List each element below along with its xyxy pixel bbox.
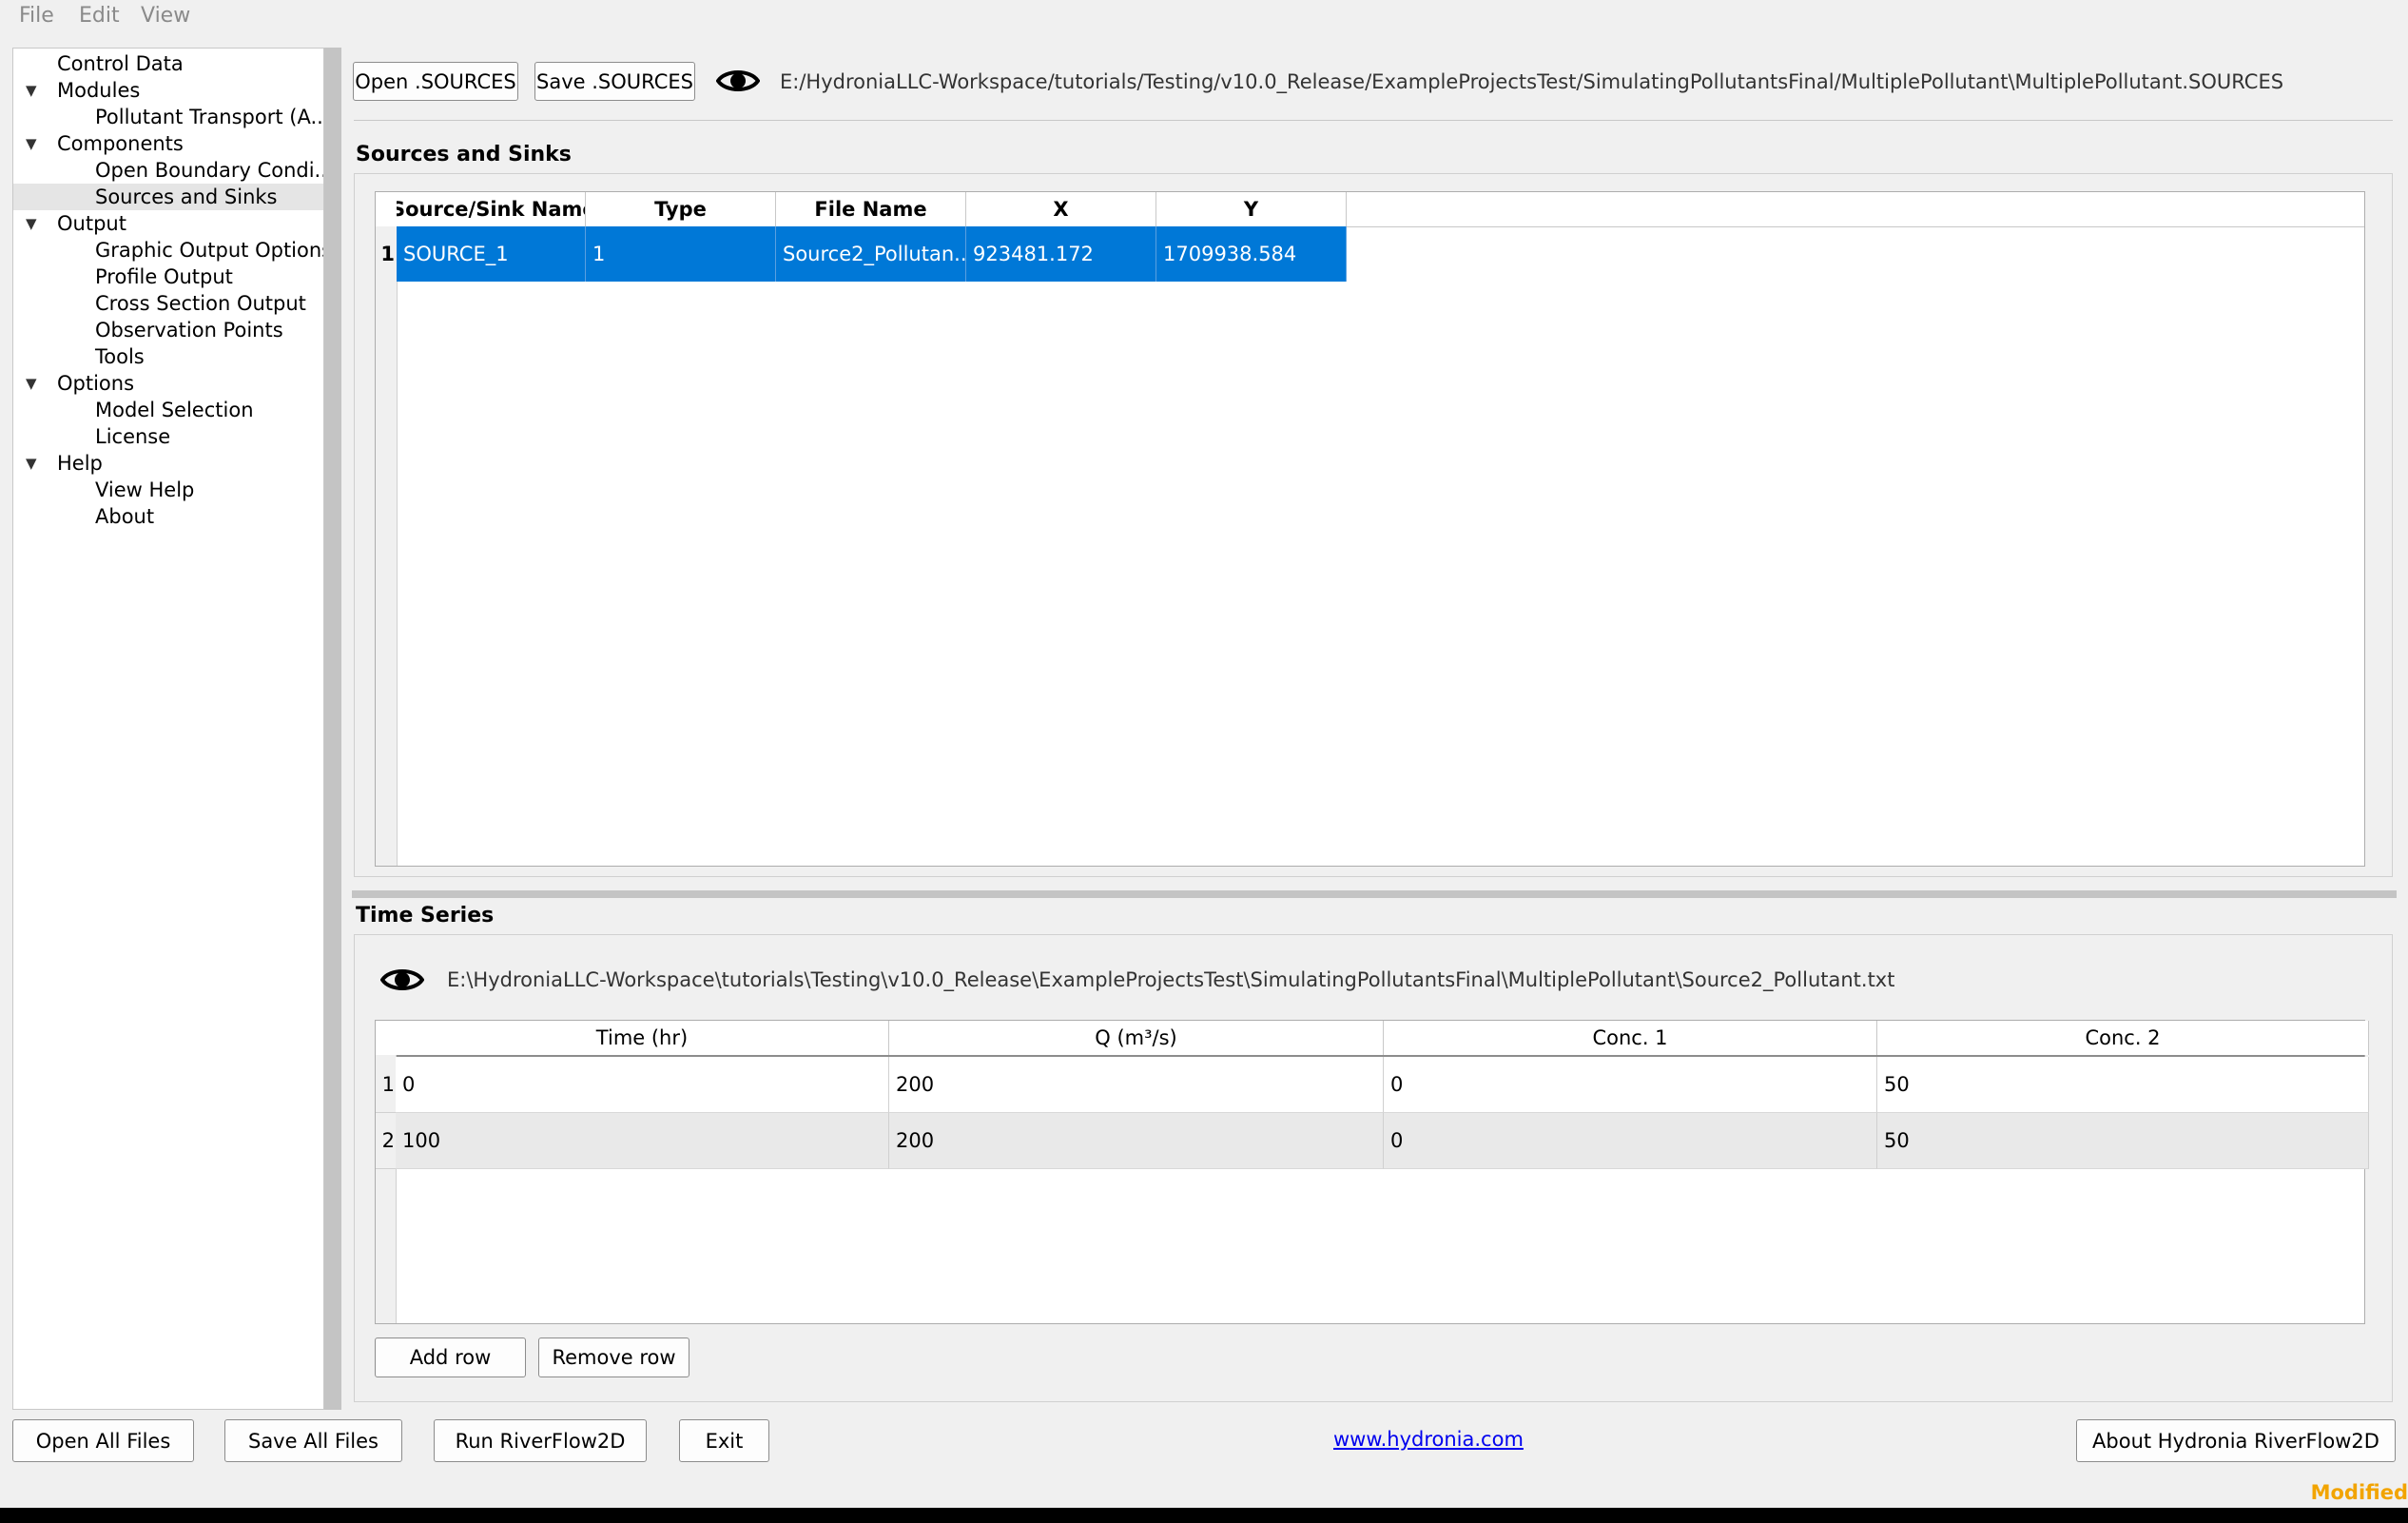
tree-item[interactable]: Sources and Sinks (13, 184, 323, 210)
status-modified: Modified (2310, 1481, 2408, 1504)
tree-item[interactable]: Control Data (13, 50, 323, 77)
tree-item[interactable]: Pollutant Transport (A... (13, 104, 323, 130)
table-cell[interactable]: 200 (889, 1057, 1384, 1113)
table-cell[interactable]: 1709938.584 (1156, 226, 1347, 282)
tree-item-label: Options (57, 372, 135, 395)
save-all-files-button[interactable]: Save All Files (224, 1419, 402, 1462)
column-header[interactable]: Conc. 2 (1877, 1021, 2369, 1055)
sources-file-path: E:/HydroniaLLC-Workspace/tutorials/Testi… (780, 70, 2284, 93)
add-row-button[interactable]: Add row (375, 1338, 526, 1377)
tree-item[interactable]: Model Selection (13, 397, 323, 423)
row-number[interactable]: 1 (376, 1057, 397, 1113)
tree-item[interactable]: ▼ Components (13, 130, 323, 157)
tree-item[interactable]: ▼ Modules (13, 77, 323, 104)
column-header[interactable]: X (966, 192, 1156, 226)
table-cell[interactable]: 0 (1384, 1057, 1877, 1113)
tree-item-label: Open Boundary Condi... (95, 159, 323, 182)
table-cell[interactable]: 200 (889, 1113, 1384, 1169)
timeseries-eye-icon[interactable] (380, 964, 424, 996)
save-sources-button[interactable]: Save .SOURCES (534, 62, 695, 101)
tree-item-label: Tools (95, 345, 145, 368)
eye-icon[interactable] (716, 65, 760, 97)
table-cell[interactable]: 1 (586, 226, 776, 282)
tree-item[interactable]: Tools (13, 343, 323, 370)
triangle-down-icon[interactable]: ▼ (26, 370, 37, 397)
row-header-column (376, 226, 398, 866)
tree-item-label: Help (57, 452, 103, 475)
tree-item[interactable]: About (13, 503, 323, 530)
tree-item[interactable]: License (13, 423, 323, 450)
tree-item-label: Profile Output (95, 265, 233, 288)
table-cell[interactable]: 50 (1877, 1057, 2369, 1113)
timeseries-table[interactable]: Time (hr) Q (m³/s) Conc. 1 Conc. 2 1 0 200 0 50 2… (375, 1020, 2369, 1324)
column-header[interactable]: Conc. 1 (1384, 1021, 1877, 1055)
splitter-handle[interactable] (324, 48, 341, 1410)
exit-button[interactable]: Exit (679, 1419, 769, 1462)
table-cell[interactable]: Source2_Pollutan... (776, 226, 966, 282)
column-header[interactable]: File Name (776, 192, 966, 226)
tree-item[interactable]: Graphic Output Options (13, 237, 323, 264)
triangle-down-icon[interactable]: ▼ (26, 210, 37, 237)
tree-item-label: Output (57, 212, 126, 235)
table-cell[interactable]: 50 (1877, 1113, 2369, 1169)
tree-item[interactable]: Profile Output (13, 264, 323, 290)
column-header[interactable]: Type (586, 192, 776, 226)
column-header[interactable]: Y (1156, 192, 1347, 226)
menu-bar: File Edit View (0, 0, 2408, 34)
tree-item[interactable]: ▼ Output (13, 210, 323, 237)
menu-edit[interactable]: Edit (79, 4, 120, 28)
tree-item-label: Model Selection (95, 399, 254, 421)
tree-item-label: Cross Section Output (95, 292, 306, 315)
triangle-down-icon[interactable]: ▼ (26, 450, 37, 477)
menu-view[interactable]: View (141, 4, 190, 28)
about-riverflow2d-button[interactable]: About Hydronia RiverFlow2D (2076, 1419, 2396, 1462)
row-number[interactable]: 1 (376, 226, 397, 282)
triangle-down-icon[interactable]: ▼ (26, 130, 37, 157)
tree-item-label: Pollutant Transport (A... (95, 106, 323, 128)
table-cell[interactable]: SOURCE_1 (397, 226, 586, 282)
table-cell[interactable]: 0 (396, 1057, 889, 1113)
table-corner[interactable] (376, 192, 398, 226)
tree-item[interactable]: ▼ Help (13, 450, 323, 477)
timeseries-file-path: E:\HydroniaLLC-Workspace\tutorials\Testi… (447, 968, 1895, 991)
triangle-down-icon[interactable]: ▼ (26, 77, 37, 104)
sources-section-title: Sources and Sinks (356, 143, 572, 166)
sources-table[interactable]: Source/Sink Name Type File Name X Y 1 SOURCE_1… (375, 191, 2365, 867)
column-header[interactable]: Q (m³/s) (889, 1021, 1384, 1055)
table-cell[interactable]: 0 (1384, 1113, 1877, 1169)
tree-item[interactable]: ▼ Options (13, 370, 323, 397)
tree-item-label: Control Data (57, 52, 184, 75)
tree-item-label: Graphic Output Options (95, 239, 323, 262)
tree-item[interactable]: View Help (13, 477, 323, 503)
horizontal-splitter[interactable] (352, 890, 2397, 898)
bottom-strip (0, 1508, 2408, 1523)
toolbar-divider (354, 120, 2393, 121)
run-riverflow2d-button[interactable]: Run RiverFlow2D (434, 1419, 647, 1462)
table-cell[interactable]: 100 (396, 1113, 889, 1169)
remove-row-button[interactable]: Remove row (538, 1338, 689, 1377)
hydronia-website-link[interactable]: www.hydronia.com (1333, 1428, 1524, 1451)
tree-item-label: Observation Points (95, 319, 283, 342)
tree-item[interactable]: Observation Points (13, 317, 323, 343)
column-header[interactable]: Time (hr) (396, 1021, 889, 1055)
timeseries-section-title: Time Series (356, 904, 495, 927)
tree-item-label: View Help (95, 478, 195, 501)
tree-item-label: Modules (57, 79, 141, 102)
menu-file[interactable]: File (19, 4, 54, 28)
tree-item[interactable]: Open Boundary Condi... (13, 157, 323, 184)
tree-item-label: About (95, 505, 155, 528)
tree-item-label: Sources and Sinks (95, 185, 278, 208)
row-number[interactable]: 2 (376, 1113, 397, 1169)
column-header[interactable]: Source/Sink Name (397, 192, 586, 226)
table-cell[interactable]: 923481.172 (966, 226, 1156, 282)
open-sources-button[interactable]: Open .SOURCES (353, 62, 518, 101)
navigation-tree[interactable]: Control Data ▼ Modules Pollutant Transport … (12, 48, 324, 1410)
tree-item-label: License (95, 425, 171, 448)
open-all-files-button[interactable]: Open All Files (12, 1419, 194, 1462)
tree-item-label: Components (57, 132, 184, 155)
tree-item[interactable]: Cross Section Output (13, 290, 323, 317)
